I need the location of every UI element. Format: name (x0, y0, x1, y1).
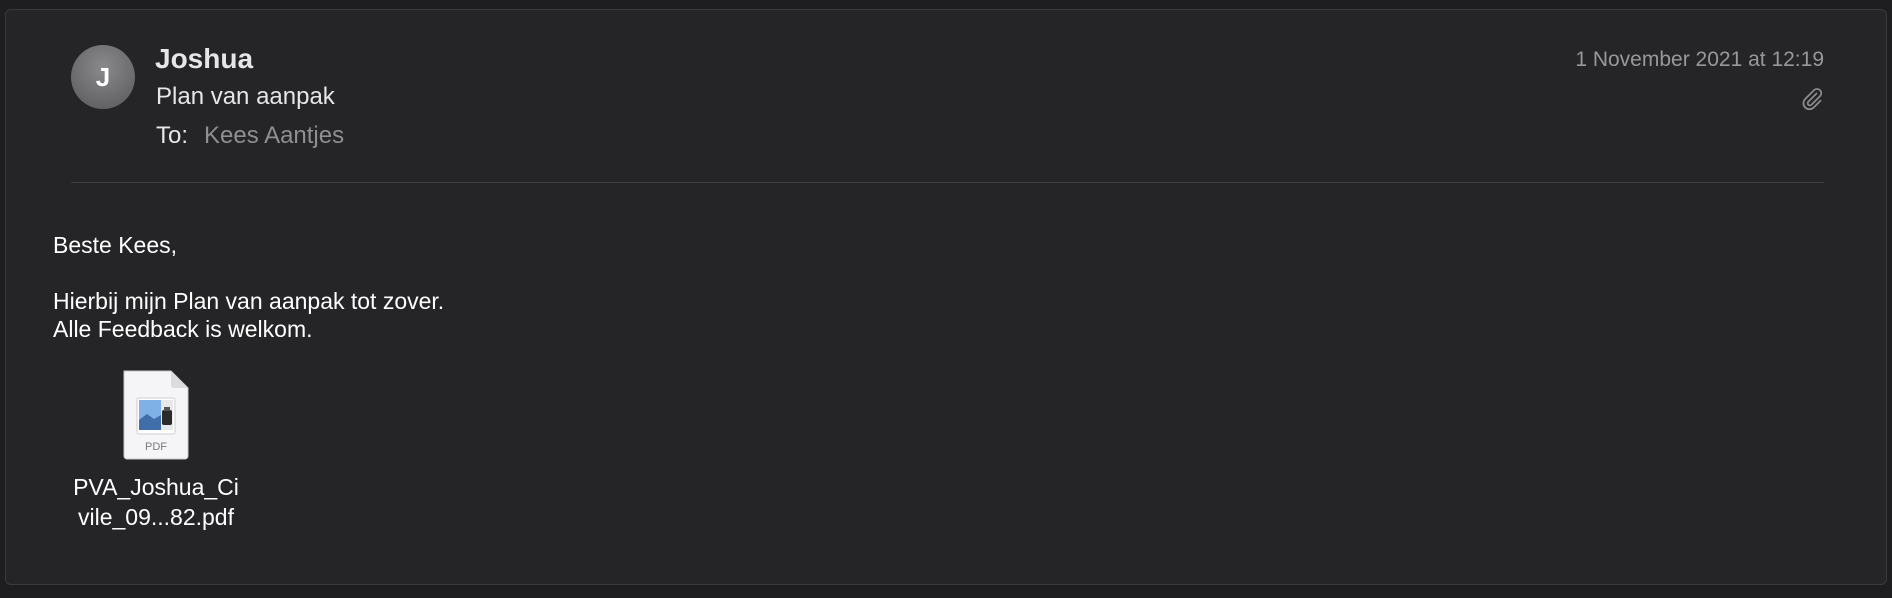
message-date: 1 November 2021 at 12:19 (1575, 48, 1824, 71)
subject-line: Plan van aanpak (156, 83, 335, 110)
body-line: Alle Feedback is welkom. (53, 316, 313, 342)
recipient-name[interactable]: Kees Aantjes (204, 122, 344, 150)
pdf-type-label: PDF (145, 441, 167, 453)
to-label: To: (156, 122, 189, 149)
body-greeting: Beste Kees, (53, 232, 178, 258)
attachment-filename[interactable]: PVA_Joshua_Ci vile_09...82.pdf (61, 472, 251, 532)
paperclip-icon (1802, 88, 1823, 111)
message-body: Beste Kees, Hierbij mijn Plan van aanpak… (53, 231, 444, 343)
pdf-file-icon[interactable]: PDF (121, 370, 191, 460)
recipients-row: To: Kees Aantjes (156, 122, 344, 150)
avatar-initial: J (95, 61, 111, 92)
attachment-filename-line1: PVA_Joshua_Ci (73, 474, 239, 500)
body-line: Hierbij mijn Plan van aanpak tot zover. (53, 288, 445, 314)
sender-name[interactable]: Joshua (155, 43, 253, 75)
attachment-item[interactable]: PDF PVA_Joshua_Ci vile_09...82.pdf (61, 370, 251, 532)
attachment-filename-line2: vile_09...82.pdf (77, 504, 234, 530)
sender-avatar[interactable]: J (71, 45, 135, 109)
header-divider (71, 182, 1824, 183)
message-view: J Joshua Plan van aanpak To: Kees Aantje… (5, 9, 1887, 585)
